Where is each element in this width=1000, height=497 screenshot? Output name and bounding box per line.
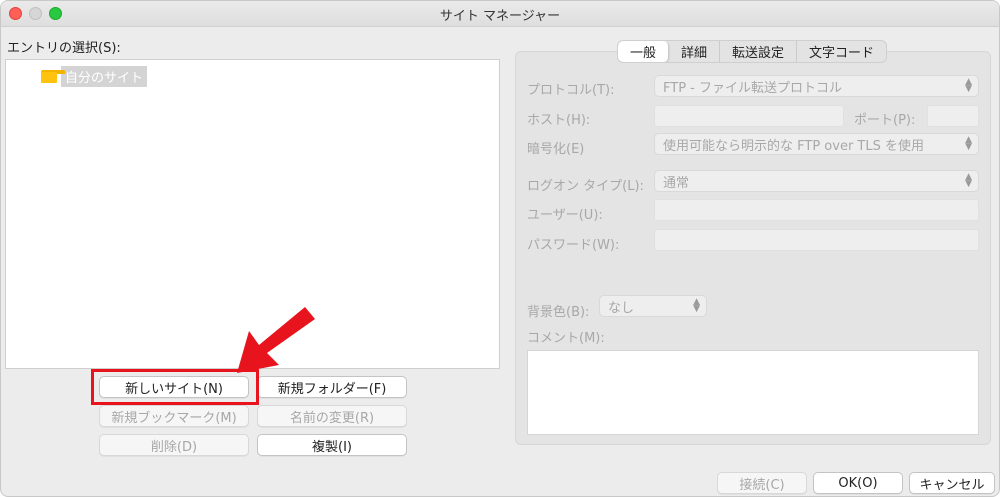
bgcolor-select[interactable]: なし ▲ ▼ xyxy=(599,295,707,317)
protocol-select[interactable]: FTP - ファイル転送プロトコル ▲ ▼ xyxy=(654,75,979,97)
site-manager-window: サイト マネージャー エントリの選択(S): 自分のサイト 新しいサイト(N) … xyxy=(0,0,1000,497)
updown-chevron-icon: ▲ ▼ xyxy=(965,77,972,94)
comment-textarea[interactable] xyxy=(527,350,979,435)
duplicate-button[interactable]: 複製(I) xyxy=(257,434,407,456)
host-input[interactable] xyxy=(654,105,844,127)
annotation-arrow-icon xyxy=(237,307,315,373)
logon-type-select-value: 通常 xyxy=(663,175,690,191)
logon-type-select[interactable]: 通常 ▲ ▼ xyxy=(654,170,979,192)
bgcolor-select-value: なし xyxy=(608,300,635,316)
tree-item-my-sites[interactable]: 自分のサイト xyxy=(41,66,148,87)
cancel-button[interactable]: キャンセル xyxy=(909,472,995,494)
tab-general[interactable]: 一般 xyxy=(618,41,670,62)
updown-chevron-icon: ▲ ▼ xyxy=(693,297,700,314)
encryption-select[interactable]: 使用可能なら明示的な FTP over TLS を使用 ▲ ▼ xyxy=(654,133,979,155)
updown-chevron-icon: ▲ ▼ xyxy=(965,172,972,189)
user-input[interactable] xyxy=(654,199,979,221)
port-label: ポート(P): xyxy=(854,113,916,128)
logon-type-label: ログオン タイプ(L): xyxy=(527,179,644,194)
entry-select-label: エントリの選択(S): xyxy=(7,41,121,56)
settings-tabs: 一般 詳細 転送設定 文字コード xyxy=(617,40,888,63)
protocol-label: プロトコル(T): xyxy=(527,83,615,98)
ok-button[interactable]: OK(O) xyxy=(813,472,903,494)
password-input[interactable] xyxy=(654,229,979,251)
folder-icon xyxy=(41,70,66,83)
encryption-select-value: 使用可能なら明示的な FTP over TLS を使用 xyxy=(663,138,924,154)
protocol-select-value: FTP - ファイル転送プロトコル xyxy=(663,80,842,96)
window-title: サイト マネージャー xyxy=(439,9,561,24)
port-input[interactable] xyxy=(927,105,979,127)
new-bookmark-button[interactable]: 新規ブックマーク(M) xyxy=(99,405,249,427)
tab-advanced[interactable]: 詳細 xyxy=(669,41,721,62)
tab-transfer-settings[interactable]: 転送設定 xyxy=(720,41,798,62)
delete-button[interactable]: 削除(D) xyxy=(99,434,249,456)
user-label: ユーザー(U): xyxy=(527,208,603,223)
rename-button[interactable]: 名前の変更(R) xyxy=(257,405,407,427)
tree-item-label: 自分のサイト xyxy=(61,66,148,87)
tab-charset[interactable]: 文字コード xyxy=(797,41,886,62)
title-bar: サイト マネージャー xyxy=(1,1,999,27)
connect-button[interactable]: 接続(C) xyxy=(717,472,807,494)
comment-label: コメント(M): xyxy=(527,331,605,346)
password-label: パスワード(W): xyxy=(527,238,620,253)
host-label: ホスト(H): xyxy=(527,113,591,128)
bgcolor-label: 背景色(B): xyxy=(527,305,590,320)
encryption-label: 暗号化(E) xyxy=(527,142,585,157)
updown-chevron-icon: ▲ ▼ xyxy=(965,135,972,152)
